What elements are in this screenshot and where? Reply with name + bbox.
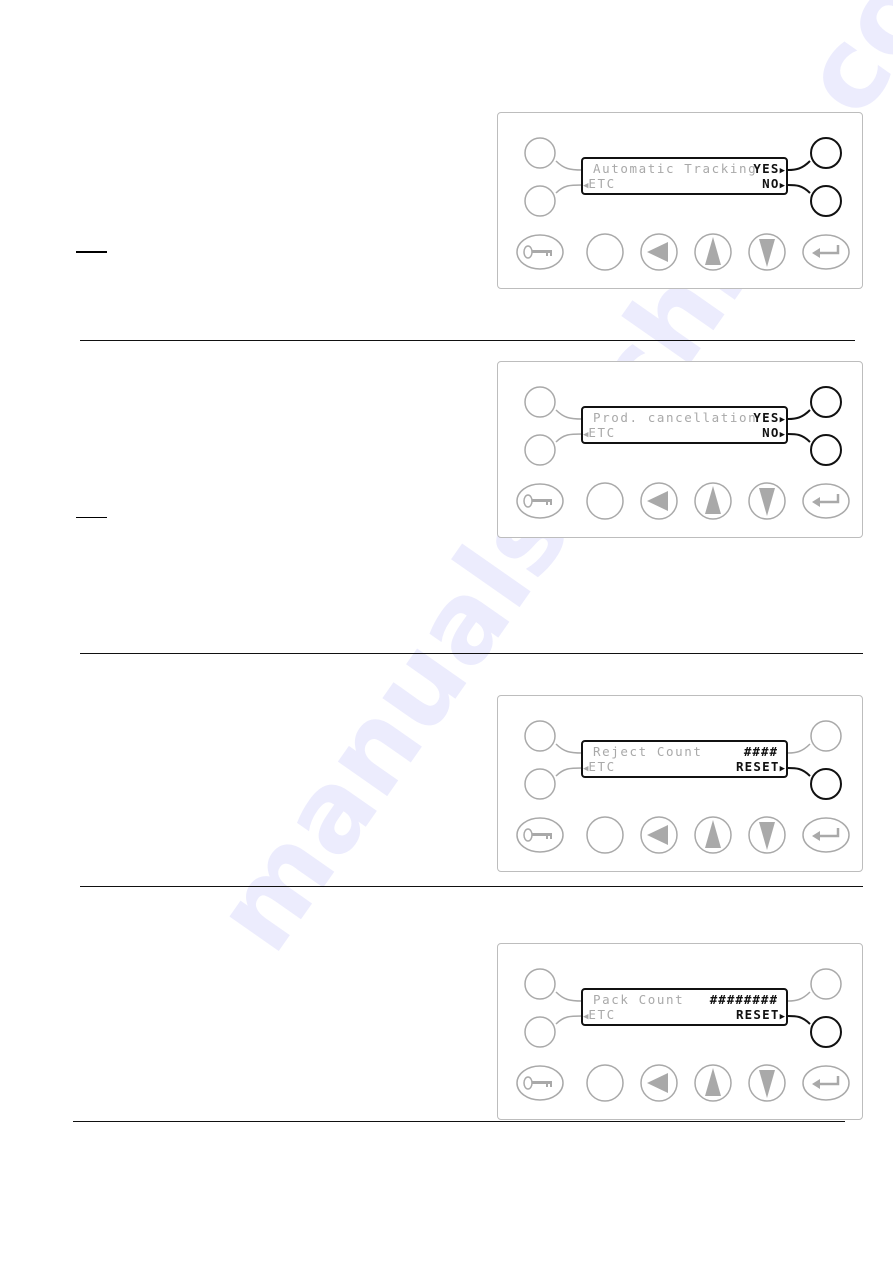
softkey-label-left-bottom: ◀ETC [583, 425, 616, 440]
lcd-display: Automatic Tracking YES▶ ◀ETC NO▶ [581, 157, 788, 195]
blank-key-button[interactable] [586, 1064, 624, 1102]
lcd-display: Reject Count #### ◀ETC RESET▶ [581, 740, 788, 778]
left-arrow-button[interactable] [640, 482, 678, 520]
softkey-right-top[interactable] [787, 720, 842, 754]
enter-button[interactable] [802, 817, 850, 853]
section-divider [80, 653, 863, 654]
lcd-line-1: Pack Count ######## [583, 992, 786, 1008]
lcd-line-1: Prod. cancellation YES▶ [583, 410, 786, 426]
softkey-right-top[interactable] [787, 386, 842, 420]
right-triangle-icon: ▶ [779, 166, 785, 176]
lcd-title: Automatic Tracking [593, 161, 758, 176]
enter-button[interactable] [802, 483, 850, 519]
softkey-label-right-bottom: RESET▶ [735, 759, 785, 774]
up-arrow-button[interactable] [694, 233, 732, 271]
right-triangle-icon: ▶ [779, 764, 785, 774]
down-arrow-button[interactable] [748, 816, 786, 854]
softkey-label-left-bottom: ◀ETC [583, 176, 616, 191]
lcd-display: Pack Count ######## ◀ETC RESET▶ [581, 988, 788, 1026]
left-arrow-button[interactable] [640, 233, 678, 271]
softkey-label-right-bottom: NO▶ [762, 425, 785, 440]
lcd-title: Pack Count [593, 992, 685, 1007]
key-button[interactable] [516, 483, 564, 519]
right-triangle-icon: ▶ [779, 1012, 785, 1022]
enter-button[interactable] [802, 1065, 850, 1101]
softkey-right-bottom[interactable] [787, 1015, 842, 1048]
control-panel-reject-count: Reject Count #### ◀ETC RESET▶ [497, 695, 863, 872]
section-divider [80, 886, 863, 887]
down-arrow-button[interactable] [748, 482, 786, 520]
softkey-right-bottom[interactable] [787, 767, 842, 800]
lcd-line-2: ◀ETC RESET▶ [583, 1007, 786, 1023]
softkey-left-bottom[interactable] [524, 184, 583, 217]
lcd-line-2: ◀ETC NO▶ [583, 425, 786, 441]
lcd-line-1: Automatic Tracking YES▶ [583, 161, 786, 177]
left-arrow-button[interactable] [640, 1064, 678, 1102]
down-arrow-button[interactable] [748, 233, 786, 271]
softkey-left-bottom[interactable] [524, 433, 583, 466]
softkey-right-bottom[interactable] [787, 433, 842, 466]
softkey-left-top[interactable] [524, 137, 583, 171]
lcd-title: Prod. cancellation [593, 410, 758, 425]
key-button[interactable] [516, 234, 564, 270]
enter-button[interactable] [802, 234, 850, 270]
lcd-display: Prod. cancellation YES▶ ◀ETC NO▶ [581, 406, 788, 444]
lcd-counter-value: #### [743, 744, 778, 759]
note-underline [76, 251, 107, 253]
softkey-left-bottom[interactable] [524, 767, 583, 800]
lcd-title: Reject Count [593, 744, 703, 759]
control-panel-prod-cancellation: Prod. cancellation YES▶ ◀ETC NO▶ [497, 361, 863, 538]
lcd-line-2: ◀ETC RESET▶ [583, 759, 786, 775]
lcd-counter-value: ######## [709, 992, 778, 1007]
up-arrow-button[interactable] [694, 1064, 732, 1102]
up-arrow-button[interactable] [694, 482, 732, 520]
softkey-label-left-bottom: ◀ETC [583, 759, 616, 774]
softkey-left-bottom[interactable] [524, 1015, 583, 1048]
key-button[interactable] [516, 817, 564, 853]
control-panel-pack-count: Pack Count ######## ◀ETC RESET▶ [497, 943, 863, 1120]
right-triangle-icon: ▶ [779, 181, 785, 191]
blank-key-button[interactable] [586, 233, 624, 271]
softkey-label-left-bottom: ◀ETC [583, 1007, 616, 1022]
softkey-right-top[interactable] [787, 137, 842, 171]
softkey-label-right-bottom: RESET▶ [735, 1007, 785, 1022]
control-panel-automatic-tracking: Automatic Tracking YES▶ ◀ETC NO▶ [497, 112, 863, 289]
softkey-label-right-bottom: NO▶ [762, 176, 785, 191]
left-arrow-button[interactable] [640, 816, 678, 854]
softkey-left-top[interactable] [524, 386, 583, 420]
down-arrow-button[interactable] [748, 1064, 786, 1102]
section-divider [73, 1121, 845, 1122]
lcd-line-1: Reject Count #### [583, 744, 786, 760]
key-button[interactable] [516, 1065, 564, 1101]
blank-key-button[interactable] [586, 482, 624, 520]
softkey-left-top[interactable] [524, 968, 583, 1002]
right-triangle-icon: ▶ [779, 430, 785, 440]
lcd-line-2: ◀ETC NO▶ [583, 176, 786, 192]
softkey-left-top[interactable] [524, 720, 583, 754]
note-underline [76, 517, 107, 518]
right-triangle-icon: ▶ [779, 415, 785, 425]
softkey-right-bottom[interactable] [787, 184, 842, 217]
up-arrow-button[interactable] [694, 816, 732, 854]
softkey-right-top[interactable] [787, 968, 842, 1002]
blank-key-button[interactable] [586, 816, 624, 854]
section-divider [80, 340, 855, 341]
